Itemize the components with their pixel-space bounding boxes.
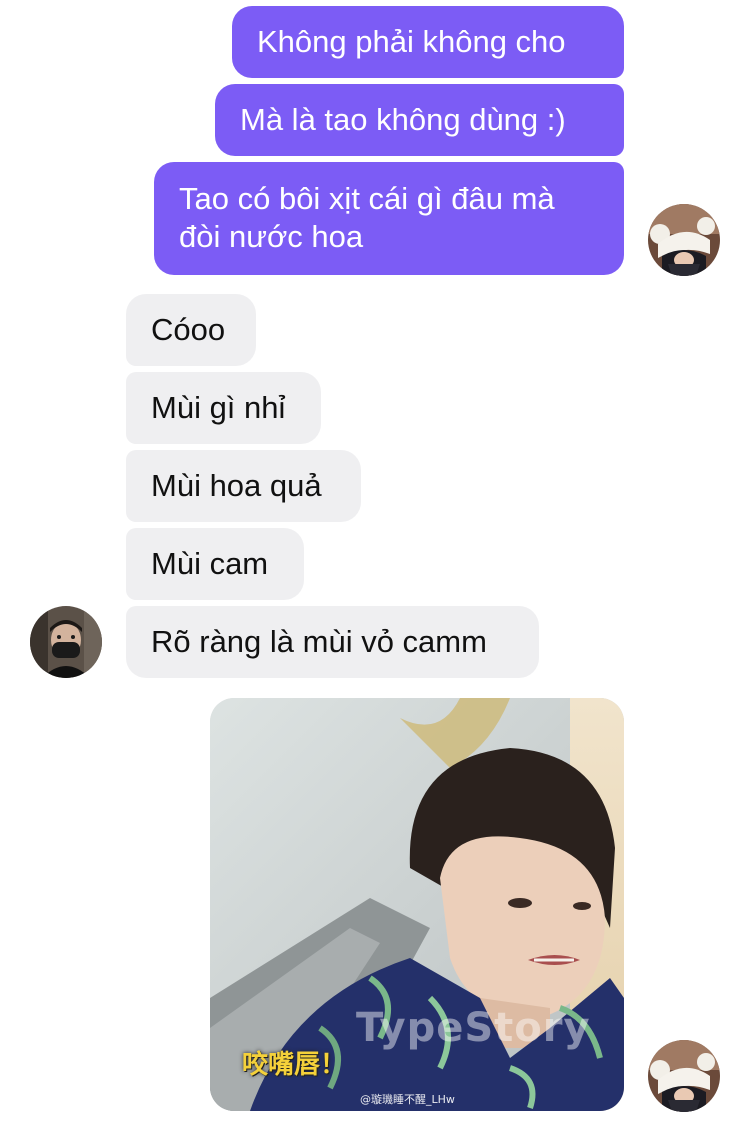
outgoing-message-2[interactable]: Mà là tao không dùng :) — [215, 84, 624, 156]
avatar-photo — [648, 1040, 720, 1112]
message-text: Cóoo — [151, 312, 226, 347]
incoming-message-2[interactable]: Mùi gì nhỉ — [126, 372, 321, 444]
message-text: Mà là tao không dùng :) — [240, 102, 566, 137]
self-avatar-2[interactable] — [648, 1040, 720, 1112]
image-credit: @璇璣睡不醒_LHw — [360, 1093, 455, 1106]
incoming-message-1[interactable]: Cóoo — [126, 294, 256, 366]
message-text: Mùi cam — [151, 546, 269, 581]
message-text: Không phải không cho — [257, 24, 566, 59]
incoming-message-3[interactable]: Mùi hoa quả — [126, 450, 361, 522]
message-text: Mùi gì nhỉ — [151, 390, 286, 425]
avatar-photo — [648, 204, 720, 276]
image-message[interactable]: TypeStory 咬嘴唇！ @璇璣睡不醒_LHw — [210, 698, 624, 1111]
message-text-line-1: Tao có bôi xịt cái gì đâu mà — [179, 181, 555, 216]
image-caption: 咬嘴唇！ — [242, 1050, 347, 1080]
self-avatar[interactable] — [648, 204, 720, 276]
image-watermark: TypeStory — [356, 1005, 591, 1051]
incoming-message-4[interactable]: Mùi cam — [126, 528, 304, 600]
message-text: Rõ ràng là mùi vỏ camm — [151, 624, 487, 659]
avatar-photo — [30, 606, 102, 678]
contact-avatar[interactable] — [30, 606, 102, 678]
outgoing-message-3[interactable]: Tao có bôi xịt cái gì đâu mà đòi nước ho… — [154, 162, 624, 275]
outgoing-message-1[interactable]: Không phải không cho — [232, 6, 624, 78]
incoming-message-5[interactable]: Rõ ràng là mùi vỏ camm — [126, 606, 539, 678]
message-text: Mùi hoa quả — [151, 468, 322, 503]
message-text-line-2: đòi nước hoa — [179, 219, 364, 254]
